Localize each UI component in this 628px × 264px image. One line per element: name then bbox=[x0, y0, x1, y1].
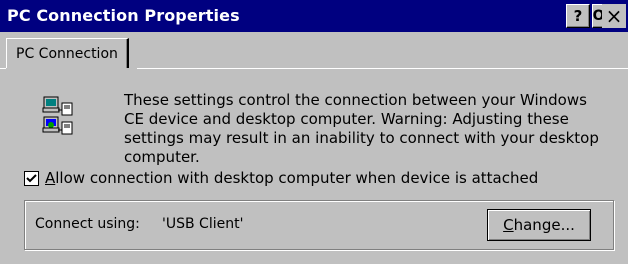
allow-connection-checkbox-row[interactable]: Allow connection with desktop computer w… bbox=[24, 168, 538, 188]
change-button-label: hange... bbox=[513, 216, 575, 234]
close-button[interactable]: × bbox=[602, 4, 626, 28]
close-icon: × bbox=[605, 4, 623, 28]
change-button[interactable]: Change... bbox=[487, 209, 591, 241]
allow-connection-label[interactable]: Allow connection with desktop computer w… bbox=[45, 169, 538, 187]
settings-description: These settings control the connection be… bbox=[124, 91, 599, 166]
tab-pc-connection[interactable]: PC Connection bbox=[6, 38, 129, 68]
connection-group: Connect using: 'USB Client' Change... bbox=[24, 200, 614, 250]
connect-using-label: Connect using: bbox=[35, 216, 140, 232]
title-bar: PC Connection Properties ? OK × bbox=[0, 0, 628, 32]
dialog-window: PC Connection Properties ? OK × PC Conne… bbox=[0, 0, 628, 264]
allow-connection-checkbox[interactable] bbox=[24, 170, 39, 186]
allow-connection-mnemonic: A bbox=[45, 169, 56, 187]
change-mnemonic: C bbox=[503, 216, 514, 234]
allow-connection-label-text: llow connection with desktop computer wh… bbox=[55, 169, 539, 187]
tab-label: PC Connection bbox=[16, 45, 118, 62]
tab-divider-right bbox=[137, 68, 628, 69]
checkmark-icon bbox=[26, 173, 37, 182]
help-button[interactable]: ? bbox=[566, 4, 590, 28]
connect-using-value: 'USB Client' bbox=[162, 216, 244, 232]
pc-connection-icon bbox=[40, 95, 80, 137]
tab-divider-left bbox=[0, 68, 6, 69]
window-title: PC Connection Properties bbox=[7, 6, 240, 25]
